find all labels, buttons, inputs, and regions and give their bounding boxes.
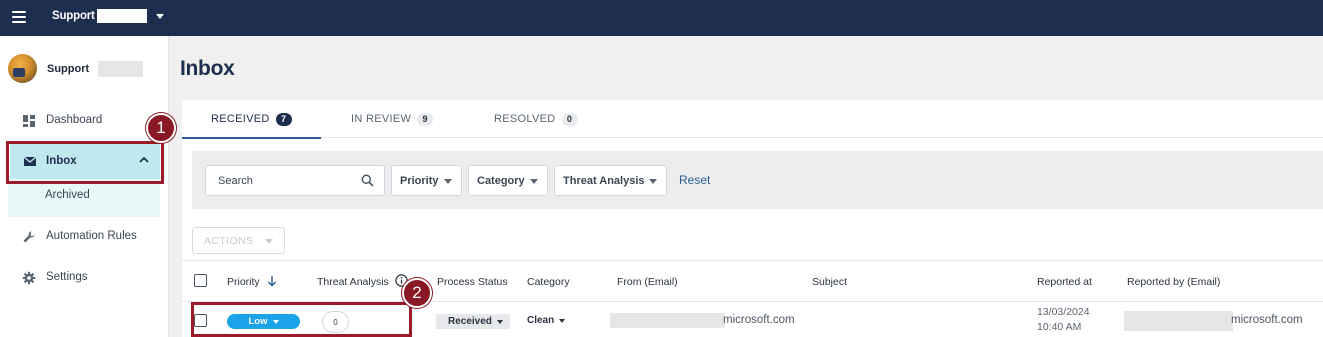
tab-label: RESOLVED bbox=[494, 113, 556, 125]
reported-at: 13/03/2024 10:40 AM bbox=[1037, 305, 1090, 335]
column-header-priority[interactable]: Priority bbox=[227, 276, 260, 288]
reported-date: 13/03/2024 bbox=[1037, 306, 1090, 318]
column-header-from[interactable]: From (Email) bbox=[617, 276, 678, 288]
tab-count-badge: 9 bbox=[417, 112, 434, 126]
sidebar-item-label: Automation Rules bbox=[46, 230, 137, 242]
column-header-reported-at[interactable]: Reported at bbox=[1037, 276, 1092, 288]
page-title: Inbox bbox=[180, 57, 235, 80]
actions-label: ACTIONS bbox=[204, 234, 254, 247]
actions-dropdown[interactable]: ACTIONS bbox=[192, 227, 285, 254]
reported-time: 10:40 AM bbox=[1037, 321, 1082, 333]
category-value: Clean bbox=[527, 315, 555, 326]
org-name: Support bbox=[52, 10, 95, 22]
caret-down-icon bbox=[649, 179, 657, 184]
org-switcher[interactable]: Support bbox=[52, 9, 164, 23]
reported-by-email: microsoft.com bbox=[1231, 314, 1303, 326]
caret-down-icon bbox=[496, 319, 503, 324]
redacted-text bbox=[96, 9, 147, 23]
column-header-threat-analysis[interactable]: Threat Analysis bbox=[317, 276, 389, 288]
filter-bar: Search Priority Category Threat Analysis… bbox=[192, 151, 1323, 209]
priority-value: Low bbox=[248, 316, 268, 327]
redacted-text bbox=[98, 60, 144, 77]
threat-analysis-filter-dropdown[interactable]: Threat Analysis bbox=[554, 165, 667, 196]
tab-count-badge: 7 bbox=[275, 112, 292, 126]
dropdown-label: Priority bbox=[400, 174, 439, 187]
table-row[interactable]: Low 0 Received Clean microsoft.com 13/03… bbox=[182, 303, 1323, 337]
sidebar-item-dashboard[interactable]: Dashboard bbox=[0, 102, 169, 138]
tab-label: RECEIVED bbox=[211, 113, 270, 125]
table-header: Priority Threat Analysis Process Status … bbox=[182, 260, 1323, 302]
user-name: Support bbox=[47, 62, 90, 75]
tab-in-review[interactable]: IN REVIEW 9 bbox=[351, 100, 434, 138]
category-dropdown[interactable]: Clean bbox=[527, 315, 566, 326]
column-header-category[interactable]: Category bbox=[527, 276, 570, 288]
priority-filter-dropdown[interactable]: Priority bbox=[391, 165, 462, 196]
tab-bar: RECEIVED 7 IN REVIEW 9 RESOLVED 0 bbox=[182, 100, 1323, 139]
threat-score: 0 bbox=[322, 311, 349, 333]
reset-filters-link[interactable]: Reset bbox=[679, 173, 710, 187]
caret-down-icon bbox=[444, 179, 452, 184]
redacted-text bbox=[610, 313, 725, 328]
column-header-reported-by[interactable]: Reported by (Email) bbox=[1127, 276, 1220, 288]
avatar bbox=[8, 54, 37, 83]
hamburger-menu-icon[interactable] bbox=[12, 11, 26, 23]
priority-pill[interactable]: Low bbox=[227, 314, 300, 329]
tab-received[interactable]: RECEIVED 7 bbox=[182, 100, 321, 139]
mail-icon bbox=[23, 156, 37, 166]
gear-icon bbox=[22, 271, 36, 285]
wrench-icon bbox=[23, 231, 35, 243]
category-filter-dropdown[interactable]: Category bbox=[468, 165, 548, 196]
dropdown-label: Category bbox=[477, 174, 525, 187]
sidebar-item-automation-rules[interactable]: Automation Rules bbox=[0, 218, 169, 254]
caret-down-icon bbox=[559, 318, 566, 323]
step-marker-2: 2 bbox=[402, 278, 432, 308]
top-bar: Support bbox=[0, 0, 1323, 36]
column-header-subject[interactable]: Subject bbox=[812, 276, 847, 288]
tab-count-badge: 0 bbox=[561, 112, 578, 126]
sidebar-item-label: Dashboard bbox=[46, 114, 103, 126]
search-icon[interactable] bbox=[361, 174, 374, 187]
caret-down-icon bbox=[530, 179, 538, 184]
column-header-process-status[interactable]: Process Status bbox=[437, 276, 508, 288]
user-profile[interactable]: Support bbox=[8, 54, 144, 83]
sidebar-item-inbox[interactable]: Inbox bbox=[10, 142, 160, 179]
tab-resolved[interactable]: RESOLVED 0 bbox=[494, 100, 578, 138]
search-input[interactable]: Search bbox=[205, 165, 385, 196]
search-placeholder: Search bbox=[218, 175, 253, 187]
process-status-dropdown[interactable]: Received bbox=[436, 314, 510, 329]
tab-label: IN REVIEW bbox=[351, 113, 412, 125]
caret-down-icon bbox=[155, 13, 164, 19]
main-content: RECEIVED 7 IN REVIEW 9 RESOLVED 0 Search… bbox=[182, 100, 1323, 337]
dashboard-icon bbox=[23, 115, 35, 127]
sidebar-item-label: Archived bbox=[45, 189, 90, 201]
redacted-text bbox=[1124, 311, 1233, 331]
caret-down-icon bbox=[265, 239, 273, 244]
sidebar-item-label: Settings bbox=[46, 271, 88, 283]
from-email: microsoft.com bbox=[723, 314, 795, 326]
sort-arrow-down-icon[interactable] bbox=[267, 275, 277, 287]
sidebar-item-settings[interactable]: Settings bbox=[0, 259, 169, 295]
caret-down-icon bbox=[272, 319, 279, 324]
sidebar-item-archived[interactable]: Archived bbox=[8, 179, 160, 217]
dropdown-label: Threat Analysis bbox=[563, 174, 645, 187]
sidebar-item-label: Inbox bbox=[46, 154, 77, 167]
chevron-up-icon[interactable] bbox=[138, 154, 150, 166]
sidebar: Support Dashboard Inbox Archived Automat… bbox=[0, 36, 169, 337]
step-marker-1: 1 bbox=[146, 113, 176, 143]
row-checkbox[interactable] bbox=[194, 314, 207, 327]
process-status-value: Received bbox=[448, 316, 492, 327]
select-all-checkbox[interactable] bbox=[194, 274, 207, 287]
